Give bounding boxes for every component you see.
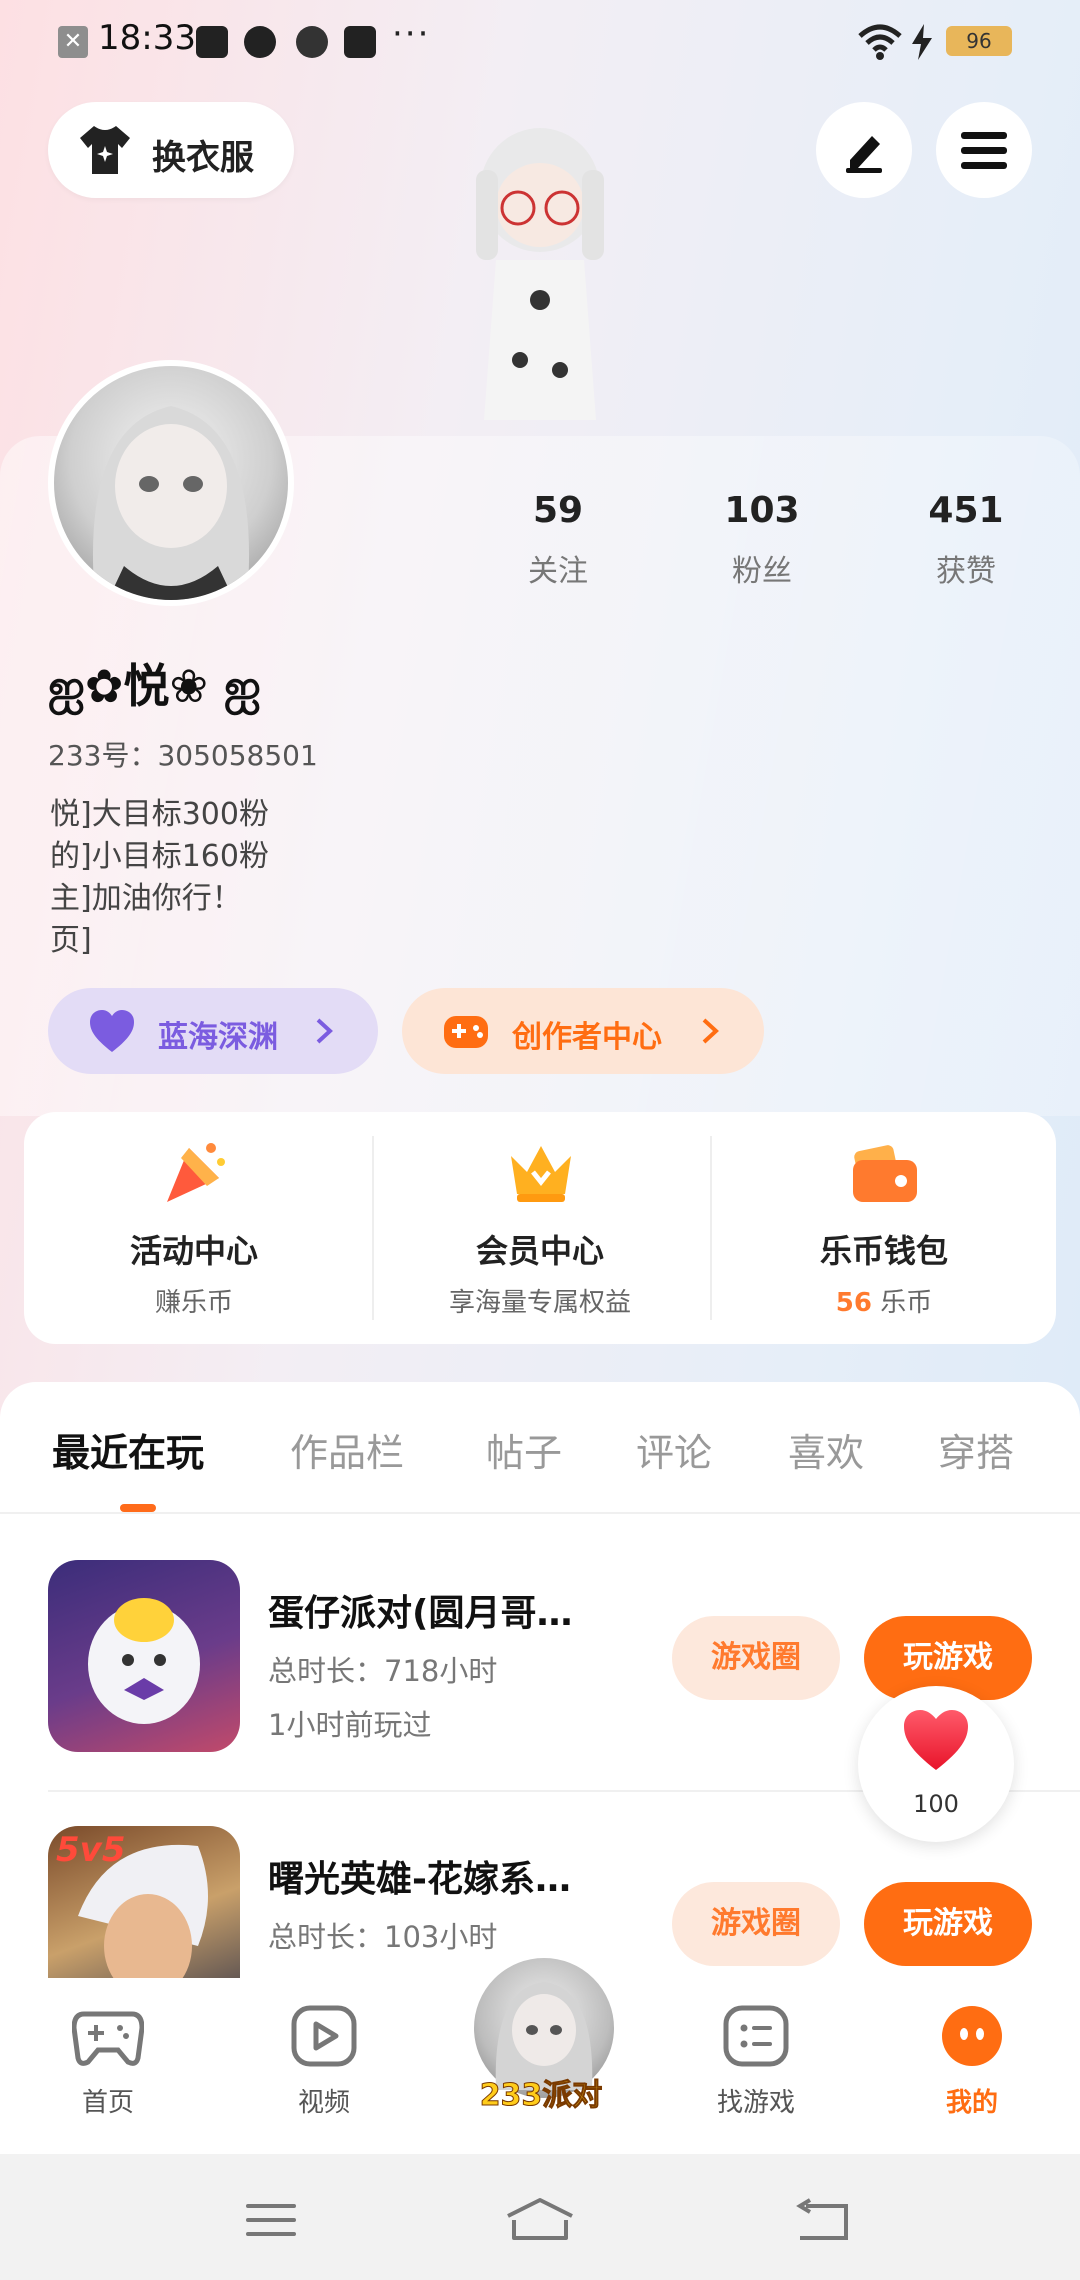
activity-center-title: 活动中心 — [129, 1232, 258, 1270]
following-label: 关注 — [528, 554, 588, 589]
nav-home[interactable]: 首页 — [28, 2004, 188, 2119]
game-circle-button[interactable]: 游戏圈 — [672, 1882, 840, 1966]
menu-icon — [961, 132, 1007, 169]
tab-comments[interactable]: 评论 — [636, 1422, 712, 1477]
profile-face-icon — [942, 2006, 1002, 2066]
avatar-character-figure[interactable] — [440, 120, 640, 440]
like-float-button[interactable]: 100 — [858, 1686, 1014, 1842]
app-icon — [296, 26, 328, 58]
followers-count[interactable]: 103 — [682, 490, 842, 531]
divider — [710, 1136, 712, 1320]
charging-icon — [910, 22, 934, 70]
activity-center-entry[interactable]: 活动中心 赚乐币 — [24, 1112, 364, 1344]
shirt-icon — [78, 124, 132, 176]
game-icon — [48, 1560, 240, 1752]
tab-posts[interactable]: 帖子 — [486, 1422, 562, 1477]
party-popper-icon — [167, 1143, 225, 1202]
nav-video[interactable]: 视频 — [244, 2004, 404, 2119]
coin-unit: 乐币 — [880, 1288, 933, 1318]
close-notification-icon: ✕ — [58, 26, 88, 58]
tab-outfits[interactable]: 穿搭 — [938, 1422, 1014, 1477]
recent-apps-icon[interactable] — [244, 2200, 298, 2240]
blue-abyss-badge-button[interactable]: 蓝海深渊 — [48, 988, 378, 1074]
back-icon[interactable] — [796, 2198, 850, 2242]
blue-abyss-label: 蓝海深渊 — [158, 1020, 278, 1055]
member-center-entry[interactable]: 会员中心 享海量专属权益 — [370, 1112, 710, 1344]
followers-label: 粉丝 — [732, 554, 792, 589]
play-app-icon — [344, 26, 376, 58]
app-icon — [244, 26, 276, 58]
tab-recently-played[interactable]: 最近在玩 — [52, 1422, 204, 1477]
following-count[interactable]: 59 — [478, 490, 638, 531]
game-duration: 总时长：718小时 — [268, 1654, 498, 1688]
game-duration: 总时长：103小时 — [268, 1920, 498, 1954]
nav-mine-label: 我的 — [945, 2088, 998, 2118]
wifi-icon — [856, 22, 904, 71]
tiktok-icon — [196, 26, 228, 58]
active-tab-indicator — [120, 1504, 156, 1512]
game-badge: 5v5 — [56, 1830, 126, 1870]
coin-wallet-subtitle: 56 乐币 — [714, 1282, 1054, 1319]
video-play-icon — [291, 2005, 357, 2067]
game-list-icon — [723, 2005, 789, 2067]
gamepad-icon — [444, 1016, 488, 1048]
chevron-right-icon — [316, 1018, 333, 1044]
activity-center-subtitle: 赚乐币 — [154, 1288, 233, 1318]
system-nav-bar — [0, 2154, 1080, 2280]
heart-icon — [904, 1710, 968, 1770]
chevron-right-icon — [702, 1018, 719, 1044]
game-title: 曙光英雄-花嫁系… — [268, 1859, 571, 1900]
like-count: 100 — [913, 1790, 959, 1818]
status-bar: ✕ 18:33 ··· 96 — [0, 0, 1080, 84]
menu-button[interactable] — [936, 102, 1032, 198]
coin-wallet-entry[interactable]: 乐币钱包 56 乐币 — [714, 1112, 1054, 1344]
nav-video-label: 视频 — [297, 2088, 350, 2118]
username: ஐ✿悦❀ ஐ — [48, 659, 261, 713]
game-title: 蛋仔派对(圆月哥… — [268, 1593, 573, 1634]
user-id: 233号：305058501 — [48, 739, 318, 772]
party-brand-logo: 233派对 — [479, 2078, 603, 2114]
nav-find-games-label: 找游戏 — [716, 2088, 795, 2118]
likes-count[interactable]: 451 — [886, 490, 1046, 531]
member-center-subtitle: 享海量专属权益 — [448, 1288, 631, 1318]
heart-badge-icon — [90, 1010, 134, 1052]
creator-center-button[interactable]: 创作者中心 — [402, 988, 764, 1074]
crown-icon — [511, 1146, 571, 1202]
member-center-title: 会员中心 — [475, 1232, 604, 1270]
battery-indicator: 96 — [946, 26, 1012, 56]
home-icon[interactable] — [504, 2196, 576, 2242]
nav-home-label: 首页 — [81, 2088, 134, 2118]
more-notifications-icon: ··· — [392, 14, 431, 54]
change-outfit-label: 换衣服 — [152, 138, 254, 178]
nav-mine[interactable]: 我的 — [892, 2004, 1052, 2119]
avatar[interactable] — [48, 360, 294, 606]
likes-label: 获赞 — [936, 554, 996, 589]
wallet-icon — [853, 1145, 917, 1202]
edit-icon — [846, 136, 882, 173]
status-time: 18:33 — [98, 18, 196, 58]
coin-wallet-title: 乐币钱包 — [819, 1232, 948, 1270]
game-last-played: 1小时前玩过 — [268, 1708, 432, 1742]
game-circle-button[interactable]: 游戏圈 — [672, 1616, 840, 1700]
quick-entries: 活动中心 赚乐币 会员中心 享海量专属权益 乐币钱包 56 乐币 — [24, 1112, 1056, 1344]
divider — [0, 1512, 1080, 1514]
coin-balance: 56 — [835, 1288, 872, 1318]
nav-find-games[interactable]: 找游戏 — [676, 2004, 836, 2119]
creator-center-label: 创作者中心 — [512, 1020, 662, 1055]
edit-profile-button[interactable] — [816, 102, 912, 198]
bio: 悦]大目标300粉 的]小目标160粉 主]加油你行！ 页] — [50, 797, 269, 958]
gamepad-icon — [71, 2011, 145, 2066]
tab-works[interactable]: 作品栏 — [290, 1422, 404, 1477]
tab-likes[interactable]: 喜欢 — [788, 1422, 864, 1477]
change-outfit-button[interactable]: 换衣服 — [48, 102, 294, 198]
play-game-button[interactable]: 玩游戏 — [864, 1882, 1032, 1966]
